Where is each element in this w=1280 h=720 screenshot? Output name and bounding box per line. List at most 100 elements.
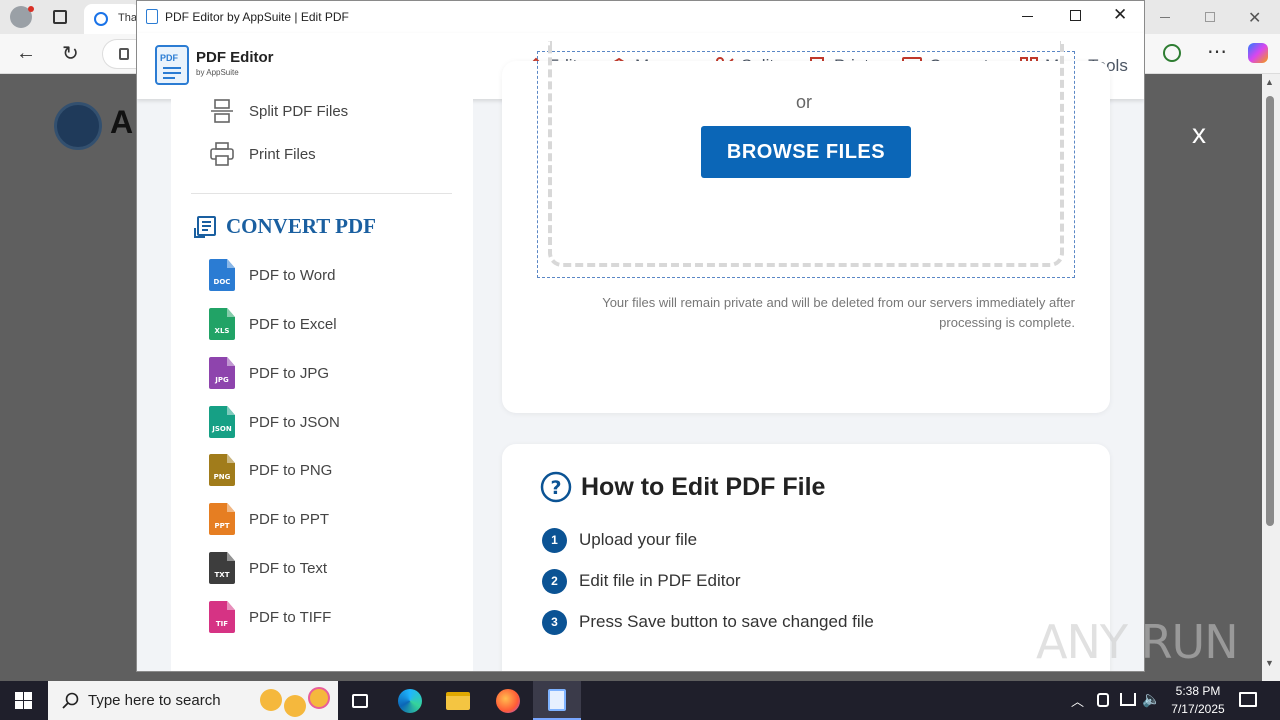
privacy-line-2: processing is complete. [939, 315, 1075, 330]
browser-close-icon[interactable]: ✕ [1248, 8, 1261, 28]
sidebar-convert-label: PDF to JPG [249, 364, 330, 382]
tray-chevron-icon[interactable]: ︿ [1071, 691, 1084, 710]
windows-logo-icon [15, 692, 32, 709]
sidebar-item-label: Print Files [249, 145, 316, 163]
clock-date[interactable]: 7/17/2025 [1166, 702, 1230, 716]
file-type-icon: XLS [209, 308, 235, 340]
howto-step: 3 Press Save button to save changed file [542, 609, 874, 635]
file-type-icon: PPT [209, 503, 235, 535]
sidebar: Split PDF Files Print Files CONVERT PDF … [171, 99, 473, 671]
close-icon[interactable]: ✕ [1113, 5, 1127, 25]
howto-heading: ? How to Edit PDF File [540, 471, 825, 503]
step-number: 3 [542, 609, 567, 635]
howto-title: How to Edit PDF File [581, 472, 826, 501]
browser-tab[interactable]: Tha [84, 4, 140, 34]
convert-heading: CONVERT PDF [193, 214, 376, 239]
sidebar-convert-label: PDF to PPT [249, 510, 330, 528]
step-text: Edit file in PDF Editor [579, 571, 741, 590]
pdf-editor-taskbar-icon[interactable] [533, 681, 581, 720]
lock-icon [119, 48, 129, 60]
window-titlebar: PDF Editor by AppSuite | Edit PDF ✕ [137, 1, 1144, 33]
notifications-icon[interactable] [1239, 692, 1257, 707]
scroll-down-icon[interactable]: ▼ [1265, 658, 1274, 668]
file-type-icon: DOC [209, 259, 235, 291]
copilot-icon[interactable] [1248, 43, 1268, 63]
sidebar-convert-item[interactable]: JPG PDF to JPG [209, 357, 329, 389]
minimize-icon[interactable] [1022, 16, 1033, 17]
task-view-icon[interactable] [336, 681, 384, 720]
overlay-close-button[interactable]: x [1192, 118, 1206, 150]
emoji-decoration-icon [260, 687, 334, 717]
scroll-up-icon[interactable]: ▲ [1265, 77, 1274, 87]
sidebar-item-label: Split PDF Files [249, 102, 349, 120]
logo-badge: PDF [160, 53, 178, 63]
extensions-icon[interactable] [1163, 44, 1181, 62]
step-text: Upload your file [579, 530, 698, 549]
bg-logo-letter: A [110, 104, 134, 140]
sidebar-convert-item[interactable]: DOC PDF to Word [209, 259, 335, 291]
pdf-logo-icon: PDF [155, 45, 189, 85]
reload-icon[interactable]: ↻ [62, 41, 79, 66]
sidebar-convert-label: PDF to Text [249, 559, 328, 577]
question-icon: ? [540, 471, 572, 503]
browse-files-button[interactable]: BROWSE FILES [701, 126, 911, 178]
convert-icon [194, 215, 216, 238]
volume-icon[interactable]: 🔈 [1142, 690, 1161, 708]
file-explorer-icon[interactable] [434, 681, 482, 720]
sidebar-item-print[interactable]: Print Files [209, 138, 316, 170]
search-placeholder: Type here to search [88, 692, 221, 709]
sidebar-convert-label: PDF to JSON [249, 413, 340, 431]
taskbar-search-box[interactable]: Type here to search [48, 681, 338, 720]
sidebar-convert-item[interactable]: PPT PDF to PPT [209, 503, 329, 535]
upload-card: or BROWSE FILES Your files will remain p… [502, 41, 1110, 413]
browser-minimize-icon[interactable] [1160, 17, 1170, 18]
file-type-tag: JPG [215, 376, 229, 384]
tab-actions-icon[interactable] [53, 10, 67, 24]
watermark: ANY RUN [1036, 614, 1239, 670]
sidebar-convert-item[interactable]: TXT PDF to Text [209, 552, 327, 584]
sidebar-convert-label: PDF to Word [249, 266, 336, 284]
clock-time[interactable]: 5:38 PM [1173, 684, 1223, 698]
sidebar-divider [191, 193, 452, 194]
file-type-icon: PNG [209, 454, 235, 486]
back-icon[interactable]: ← [16, 42, 36, 65]
browser-restore-icon[interactable] [1205, 12, 1215, 22]
logo[interactable]: PDF PDF Editor by AppSuite [155, 45, 305, 87]
sidebar-convert-item[interactable]: XLS PDF to Excel [209, 308, 337, 340]
file-type-tag: XLS [214, 327, 230, 335]
firefox-icon[interactable] [484, 681, 532, 720]
start-button[interactable] [0, 681, 48, 720]
file-type-tag: JSON [212, 425, 232, 433]
sidebar-convert-label: PDF to PNG [249, 461, 333, 479]
howto-step: 1 Upload your file [542, 527, 697, 553]
logo-title: PDF Editor [196, 49, 274, 66]
network-icon[interactable] [1120, 693, 1136, 706]
privacy-note: Your files will remain private and will … [522, 293, 1075, 333]
step-number: 1 [542, 527, 567, 553]
sidebar-convert-item[interactable]: PNG PDF to PNG [209, 454, 332, 486]
bg-logo-icon [54, 102, 102, 150]
file-type-tag: PPT [214, 522, 230, 530]
printer-icon [210, 142, 234, 166]
step-text: Press Save button to save changed file [579, 612, 874, 631]
more-menu-icon[interactable]: ⋯ [1207, 39, 1227, 64]
sidebar-item-split[interactable]: Split PDF Files [209, 95, 348, 127]
tray-app-icon[interactable] [1097, 693, 1109, 707]
browse-files-label: BROWSE FILES [726, 140, 886, 163]
notification-dot-icon [28, 6, 34, 12]
sidebar-convert-item[interactable]: JSON PDF to JSON [209, 406, 340, 438]
browser-scrollbar-thumb[interactable] [1266, 96, 1274, 526]
sidebar-convert-item[interactable]: TIF PDF to TIFF [209, 601, 331, 633]
file-type-icon: TIF [209, 601, 235, 633]
edge-icon[interactable] [386, 681, 434, 720]
or-text: or [796, 92, 813, 112]
maximize-icon[interactable] [1070, 10, 1081, 21]
file-type-icon: JPG [209, 357, 235, 389]
search-icon [62, 692, 79, 709]
privacy-line-1: Your files will remain private and will … [602, 295, 1075, 310]
sidebar-convert-label: PDF to Excel [249, 315, 337, 333]
logo-subtitle: by AppSuite [196, 68, 239, 77]
app-small-icon [146, 9, 158, 24]
pdf-editor-window: PDF Editor by AppSuite | Edit PDF ✕ PDF … [136, 0, 1145, 672]
site-favicon-icon [94, 12, 108, 26]
